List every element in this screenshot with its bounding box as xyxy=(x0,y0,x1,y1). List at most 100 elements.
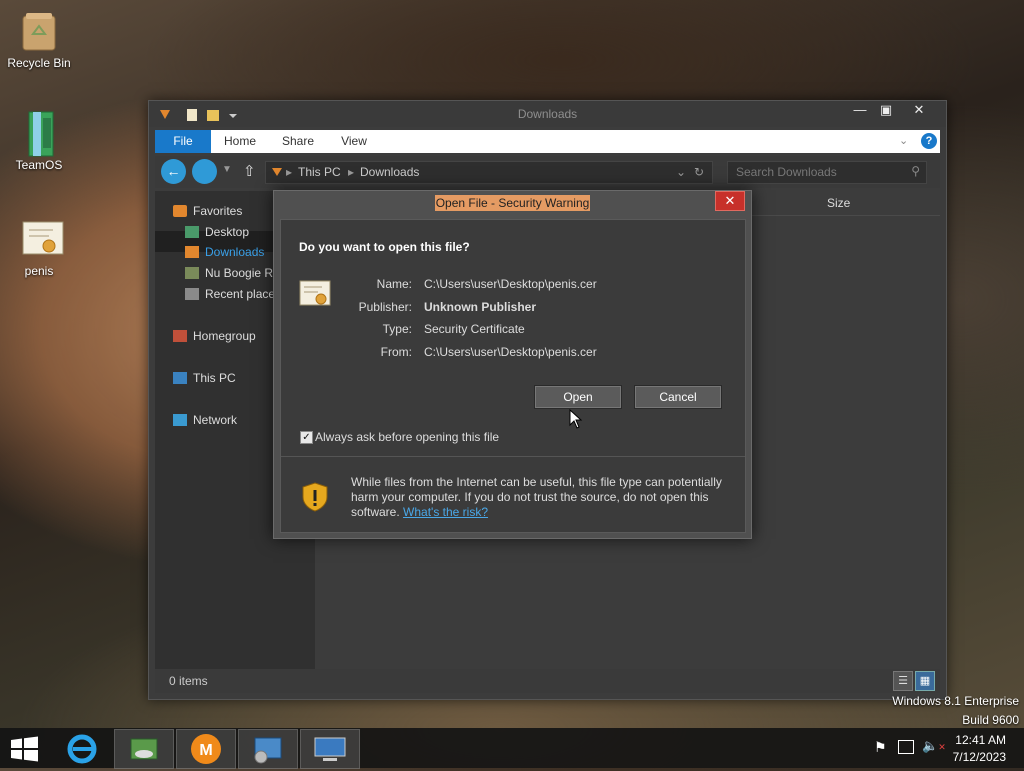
network-icon xyxy=(173,414,187,426)
ribbon-expand-icon[interactable]: ⌄ xyxy=(899,134,908,147)
desktop-icon xyxy=(185,226,199,238)
taskbar-remote-desktop[interactable] xyxy=(300,729,360,769)
divider xyxy=(281,456,745,457)
close-window-button[interactable]: ✕ xyxy=(905,101,933,119)
address-bar[interactable]: ▸ This PC ▸ Downloads ⌄ ↻ xyxy=(265,161,713,184)
sidebar-item-network[interactable]: Network xyxy=(173,410,237,430)
sidebar-item-this-pc[interactable]: This PC xyxy=(173,368,236,388)
dialog-body: Do you want to open this file? Name: C:\… xyxy=(280,219,746,533)
tab-home[interactable]: Home xyxy=(215,130,265,153)
address-dropdown-icon[interactable]: ⌄ xyxy=(676,165,686,179)
details-view-icon[interactable]: ☰ xyxy=(893,671,913,691)
navigation-bar: ← ▼ ⇧ ▸ This PC ▸ Downloads ⌄ ↻ Search D… xyxy=(155,156,940,188)
warning-text: While files from the Internet can be use… xyxy=(351,475,722,519)
desktop-icon-recycle-bin[interactable]: Recycle Bin xyxy=(4,12,74,70)
recent-places-icon xyxy=(185,288,199,300)
dialog-question: Do you want to open this file? xyxy=(299,240,470,254)
desktop-icon-label: penis xyxy=(24,264,54,278)
publisher-value: Unknown Publisher xyxy=(424,300,537,314)
maximize-button[interactable]: ▣ xyxy=(873,101,899,119)
dialog-close-button[interactable]: ✕ xyxy=(715,191,745,211)
search-input[interactable]: Search Downloads ⚲ xyxy=(727,161,927,184)
clock[interactable]: 12:41 AM 7/12/2023 xyxy=(953,732,1006,766)
name-value: C:\Users\user\Desktop\penis.cer xyxy=(424,277,597,291)
homegroup-icon xyxy=(173,330,187,342)
folder-shortcut-icon xyxy=(185,267,199,279)
breadcrumb-separator-icon: ▸ xyxy=(348,165,355,179)
breadcrumb-separator-icon: ▸ xyxy=(286,165,293,179)
back-button[interactable]: ← xyxy=(161,159,186,184)
open-button[interactable]: Open xyxy=(534,385,622,409)
always-ask-label[interactable]: Always ask before opening this file xyxy=(315,430,499,444)
volume-muted-icon[interactable]: 🔈✕ xyxy=(922,738,946,754)
shield-warning-icon xyxy=(302,482,328,512)
sidebar-item-downloads[interactable]: Downloads xyxy=(185,242,264,262)
refresh-icon[interactable]: ↻ xyxy=(694,165,704,179)
breadcrumb-root[interactable]: This PC xyxy=(298,165,341,179)
clock-date: 7/12/2023 xyxy=(952,750,1006,764)
type-value: Security Certificate xyxy=(424,322,525,336)
ribbon-tabs: File Home Share View ⌄ ? xyxy=(155,130,940,153)
downloads-icon xyxy=(185,246,199,258)
cancel-button[interactable]: Cancel xyxy=(634,385,722,409)
desktop-icon-teamos[interactable]: TeamOS xyxy=(4,110,74,172)
sidebar-item-favorites[interactable]: Favorites xyxy=(173,201,242,221)
window-title: Downloads xyxy=(517,107,578,121)
always-ask-checkbox[interactable]: ✓ xyxy=(300,431,313,444)
column-size[interactable]: Size xyxy=(827,196,850,210)
dialog-title: Open File - Security Warning xyxy=(434,195,591,211)
sidebar-item-desktop[interactable]: Desktop xyxy=(185,222,249,242)
item-count: 0 items xyxy=(169,674,208,688)
flag-icon[interactable]: ⚑ xyxy=(874,739,887,756)
control-panel-icon xyxy=(254,737,282,764)
certificate-file-icon xyxy=(19,218,64,258)
status-bar: 0 items ☰ ▦ xyxy=(155,669,940,693)
taskbar-control-panel[interactable] xyxy=(238,729,298,769)
taskbar-m-app[interactable]: M xyxy=(176,729,236,769)
desktop-icon-label: TeamOS xyxy=(15,158,63,172)
internet-explorer-icon xyxy=(67,734,97,764)
edition-text: Windows 8.1 Enterprise xyxy=(892,694,1019,708)
sidebar-item-nu-boogie[interactable]: Nu Boogie R xyxy=(185,263,273,283)
from-label: From: xyxy=(380,345,412,359)
desktop-icon-label: Recycle Bin xyxy=(7,56,71,70)
downloads-icon xyxy=(272,168,282,176)
start-button[interactable] xyxy=(10,736,40,762)
taskbar: M ⚑ 🔈✕ 12:41 AM 7/12/2023 xyxy=(0,728,1024,769)
tab-file[interactable]: File xyxy=(155,130,211,153)
tab-share[interactable]: Share xyxy=(273,130,323,153)
sidebar-item-recent[interactable]: Recent place xyxy=(185,284,275,304)
recycle-bin-icon xyxy=(19,12,59,52)
breadcrumb-current[interactable]: Downloads xyxy=(360,165,419,179)
desktop-icon-penis[interactable]: penis xyxy=(4,218,74,278)
risk-link[interactable]: What's the risk? xyxy=(403,505,488,519)
type-label: Type: xyxy=(382,322,412,336)
search-icon: ⚲ xyxy=(911,164,920,178)
search-placeholder: Search Downloads xyxy=(736,165,837,179)
mouse-cursor-icon xyxy=(569,409,583,429)
media-icon xyxy=(130,738,158,760)
minimize-button[interactable]: — xyxy=(847,101,873,119)
title-bar[interactable]: Downloads — ▣ ✕ xyxy=(149,101,946,127)
name-label: Name: xyxy=(376,277,412,291)
network-status-icon[interactable] xyxy=(898,740,914,754)
svg-text:M: M xyxy=(199,742,212,759)
star-icon xyxy=(173,205,187,217)
forward-button[interactable] xyxy=(192,159,217,184)
m-app-icon: M xyxy=(191,734,221,764)
taskbar-media-app[interactable] xyxy=(114,729,174,769)
help-icon[interactable]: ? xyxy=(921,133,937,149)
security-warning-dialog: Open File - Security Warning ✕ Do you wa… xyxy=(273,190,752,539)
dialog-title-bar[interactable]: Open File - Security Warning xyxy=(274,195,751,211)
clock-time: 12:41 AM xyxy=(955,733,1006,747)
tab-view[interactable]: View xyxy=(329,130,379,153)
large-icons-view-icon[interactable]: ▦ xyxy=(915,671,935,691)
sidebar-item-homegroup[interactable]: Homegroup xyxy=(173,326,256,346)
publisher-label: Publisher: xyxy=(358,300,412,314)
up-button[interactable]: ⇧ xyxy=(243,162,256,180)
folder-icon xyxy=(19,110,59,157)
computer-icon xyxy=(173,372,187,384)
remote-desktop-icon xyxy=(314,737,346,761)
taskbar-internet-explorer[interactable] xyxy=(52,729,112,769)
recent-locations-icon[interactable]: ▼ xyxy=(222,164,232,175)
